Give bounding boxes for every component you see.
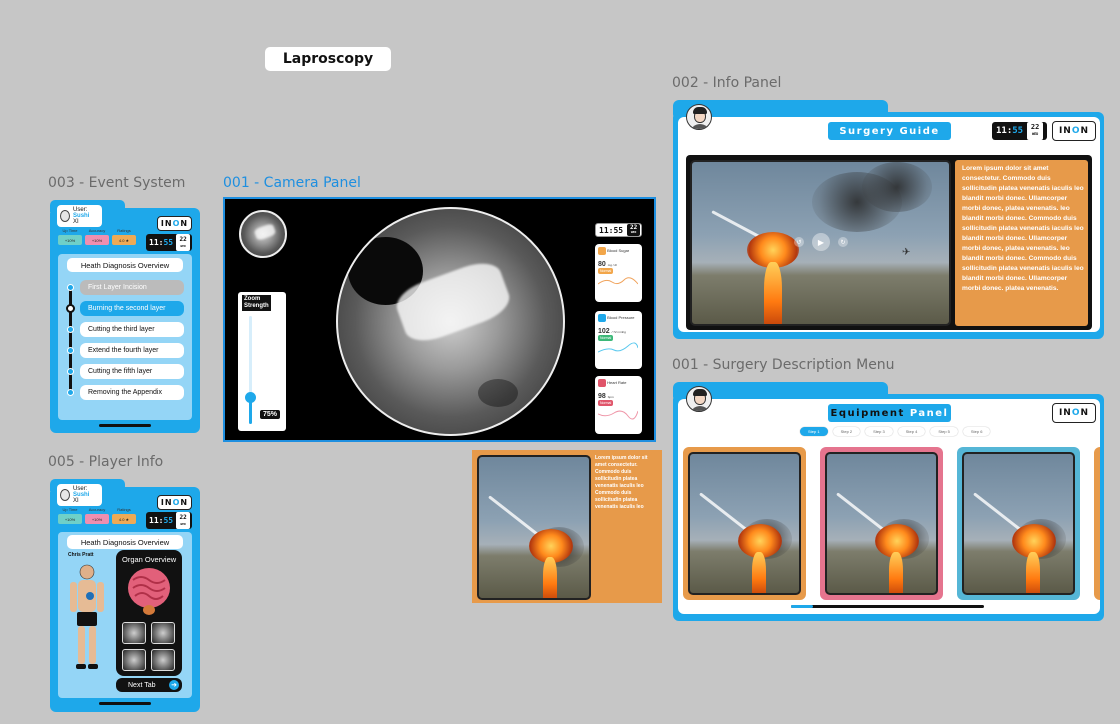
- clock: 11:55 22 WED: [146, 234, 192, 251]
- user-id: XI: [73, 219, 79, 225]
- step-item[interactable]: Cutting the fifth layer: [80, 364, 184, 379]
- step-item[interactable]: Cutting the third layer: [80, 322, 184, 337]
- player-name: Chris Pratt: [68, 552, 94, 558]
- step-item-active[interactable]: Burning the second layer: [80, 301, 184, 316]
- drop-sugar-icon: [598, 247, 606, 255]
- equipment-image: [688, 452, 801, 595]
- stat-accuracy: Accuracy +10%: [85, 228, 109, 245]
- step-item[interactable]: First Layer Incision: [80, 280, 184, 295]
- vital-card-blood-sugar[interactable]: Blood Sugar 80 mg / dl Normal: [595, 244, 642, 302]
- heart-icon: [598, 379, 606, 387]
- camera-clock: 11:55 22 WED: [595, 223, 642, 237]
- equipment-image: [962, 452, 1075, 595]
- invr-logo: IN O N: [1052, 403, 1096, 423]
- explosion-image: [477, 455, 591, 600]
- carousel-scroll-thumb[interactable]: [791, 605, 813, 608]
- stat-uptime: Up Time +10%: [58, 507, 82, 524]
- invr-logo: IN O N: [157, 216, 192, 231]
- clock: 11:55 22 WED: [146, 512, 192, 529]
- camera-panel: Zoom Strength 75% 11:55 22 WED Blood Sugar…: [223, 197, 656, 442]
- play-icon[interactable]: ▶: [812, 233, 830, 251]
- invr-logo: IN O N: [1052, 121, 1096, 141]
- body-figure-icon: [70, 564, 104, 669]
- stat-ratings: Ratings 4.0 ★: [112, 507, 136, 524]
- laparoscope-view[interactable]: [336, 207, 565, 436]
- step-item[interactable]: Extend the fourth layer: [80, 343, 184, 358]
- organ-thumbnail[interactable]: [122, 622, 146, 644]
- home-indicator: [99, 702, 151, 705]
- user-chip[interactable]: User: Sushi XI: [57, 484, 102, 506]
- invr-logo: IN O N: [157, 495, 192, 510]
- plane-icon: ✈: [902, 247, 911, 258]
- next-tab-button[interactable]: Next Tab ➜: [116, 678, 182, 692]
- clock: 11:55 22 WED: [992, 122, 1047, 140]
- frame-label-event-system[interactable]: 003 - Event System: [48, 175, 185, 191]
- step-item[interactable]: Removing the Appendix: [80, 385, 184, 400]
- frame-label-player-info[interactable]: 005 - Player Info: [48, 454, 163, 470]
- tab-step-4[interactable]: Step 4: [897, 427, 926, 436]
- doctor-avatar[interactable]: [686, 104, 712, 130]
- home-indicator: [99, 424, 151, 427]
- tab-step-6[interactable]: Step 6: [962, 427, 991, 436]
- stat-accuracy: Accuracy +10%: [85, 507, 109, 524]
- stats-row: Up Time +10% Accuracy +10% Ratings 4.0 ★: [58, 507, 136, 524]
- equipment-panel-banner: Equipment Panel: [828, 404, 951, 422]
- intestine-icon: [128, 568, 170, 615]
- video-controls[interactable]: ↺ ▶ ↻: [794, 233, 848, 251]
- timeline-dot: [67, 389, 74, 396]
- frame-label-camera-panel[interactable]: 001 - Camera Panel: [223, 175, 361, 191]
- tab-step-3[interactable]: Step 3: [865, 427, 893, 436]
- stats-row: Up Time +10% Accuracy +10% Ratings 4.0 ★: [58, 228, 136, 245]
- diagnosis-title: Heath Diagnosis Overview: [67, 535, 183, 549]
- arrow-right-icon: ➜: [169, 680, 179, 690]
- sparkline: [597, 277, 639, 285]
- zoom-value: 75%: [260, 410, 281, 419]
- rewind-icon[interactable]: ↺: [794, 237, 804, 247]
- mini-scope-preview[interactable]: [239, 210, 287, 258]
- doctor-avatar[interactable]: [686, 386, 712, 412]
- organ-thumbnail[interactable]: [122, 649, 146, 671]
- frame-label-surgery-menu[interactable]: 001 - Surgery Description Menu: [672, 357, 895, 373]
- forward-icon[interactable]: ↻: [838, 237, 848, 247]
- timeline-dot: [67, 347, 74, 354]
- sparkline: [597, 342, 639, 353]
- vital-card-heart-rate[interactable]: Heart Rate 98 bpm Normal: [595, 376, 642, 434]
- sparkline: [597, 410, 639, 420]
- timeline: [69, 285, 72, 393]
- diagnosis-title: Heath Diagnosis Overview: [67, 258, 183, 272]
- surgery-guide-banner: Surgery Guide: [828, 122, 951, 140]
- user-chip[interactable]: User: Sushi XI: [57, 205, 102, 227]
- organ-thumbnail[interactable]: [151, 649, 175, 671]
- zoom-strength-slider[interactable]: Zoom Strength 75%: [238, 292, 286, 431]
- timeline-dot: [67, 368, 74, 375]
- carousel-scrollbar[interactable]: [791, 605, 984, 608]
- stat-ratings: Ratings 4.0 ★: [112, 228, 136, 245]
- tab-step-2[interactable]: Step 2: [832, 427, 861, 436]
- next-tab-label: Next Tab: [128, 681, 156, 689]
- vital-card-blood-pressure[interactable]: Blood Pressure 102 / 72 mmhg Normal: [595, 311, 642, 369]
- organ-thumbnail[interactable]: [151, 622, 175, 644]
- surgery-guide-text: Lorem ipsum dolor sit amet consectetur. …: [962, 165, 1084, 292]
- frame-label-info-panel[interactable]: 002 - Info Panel: [672, 75, 781, 91]
- user-avatar-icon: [60, 210, 71, 222]
- tab-step-1[interactable]: Step 1: [800, 427, 828, 436]
- equipment-image: [825, 452, 938, 595]
- stat-uptime: Up Time +10%: [58, 228, 82, 245]
- zoom-handle[interactable]: [245, 392, 256, 403]
- organ-title: Organ Overview: [122, 555, 177, 564]
- timeline-dot: [67, 326, 74, 333]
- timeline-dot: [67, 284, 74, 291]
- canvas-title: Laproscopy: [265, 47, 391, 71]
- timeline-dot-current: [66, 304, 75, 313]
- equipment-card-partial[interactable]: [1094, 447, 1100, 600]
- blood-drop-icon: [598, 314, 606, 322]
- step-tabs: Step 1 Step 2 Step 3 Step 4 Step 5 Step …: [800, 427, 991, 436]
- zoom-title: Zoom Strength: [242, 295, 271, 311]
- floating-card-text: Lorem ipsum dolor sit amet consectetur. …: [595, 455, 648, 510]
- tab-step-5[interactable]: Step 5: [930, 427, 958, 436]
- user-avatar-icon: [60, 489, 71, 501]
